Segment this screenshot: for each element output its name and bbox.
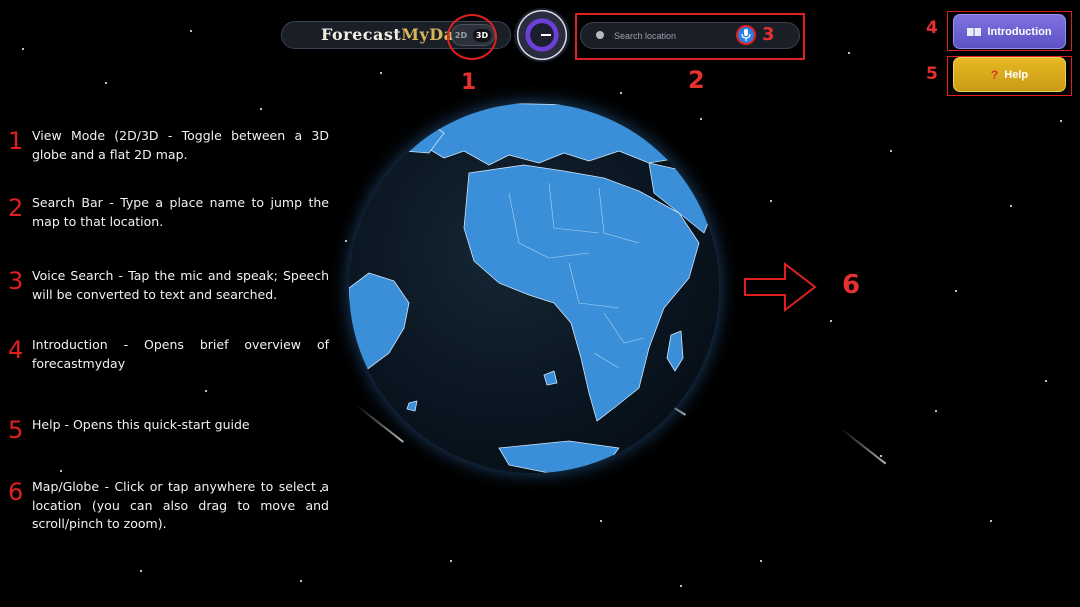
callout-number-3: 3	[762, 24, 775, 45]
guide-item-number: 1	[8, 127, 24, 155]
search-input[interactable]	[612, 27, 731, 45]
guide-item-text: Introduction - Opens brief overview of f…	[32, 337, 329, 371]
book-icon	[967, 27, 982, 36]
mic-button[interactable]	[736, 25, 756, 45]
arrow-right-icon	[744, 262, 817, 312]
introduction-button[interactable]: Introduction	[953, 14, 1066, 49]
brand-title: ForecastMyDay	[321, 25, 464, 44]
callout-number-4: 4	[926, 18, 938, 38]
globe-continents	[349, 103, 715, 473]
introduction-button-label: Introduction	[987, 25, 1052, 38]
callout-circle-1	[447, 14, 497, 60]
guide-item-text: Map/Globe - Click or tap anywhere to sel…	[32, 479, 329, 531]
app-logo-orb[interactable]	[514, 8, 570, 62]
globe-map[interactable]	[349, 103, 719, 473]
callout-number-5: 5	[926, 64, 938, 84]
help-button-label: Help	[1004, 68, 1029, 81]
guide-item-text: Voice Search - Tap the mic and speak; Sp…	[32, 268, 329, 302]
callout-number-2: 2	[688, 66, 705, 94]
guide-item-number: 6	[8, 478, 24, 506]
guide-item-number: 2	[8, 194, 24, 222]
question-icon: ?	[990, 67, 999, 82]
help-button[interactable]: ? Help	[953, 57, 1066, 92]
guide-item-number: 4	[8, 336, 24, 364]
guide-item-text: View Mode (2D/3D - Toggle between a 3D g…	[32, 128, 329, 162]
guide-item-number: 3	[8, 267, 24, 295]
brand-title-part1: Forecast	[321, 25, 402, 44]
microphone-icon	[741, 29, 751, 41]
search-icon	[596, 31, 604, 39]
guide-item-text: Help - Opens this quick-start guide	[32, 417, 250, 432]
callout-number-1: 1	[461, 70, 477, 95]
guide-item-text: Search Bar - Type a place name to jump t…	[32, 195, 329, 229]
callout-number-6: 6	[842, 270, 861, 300]
guide-item-number: 5	[8, 416, 24, 444]
